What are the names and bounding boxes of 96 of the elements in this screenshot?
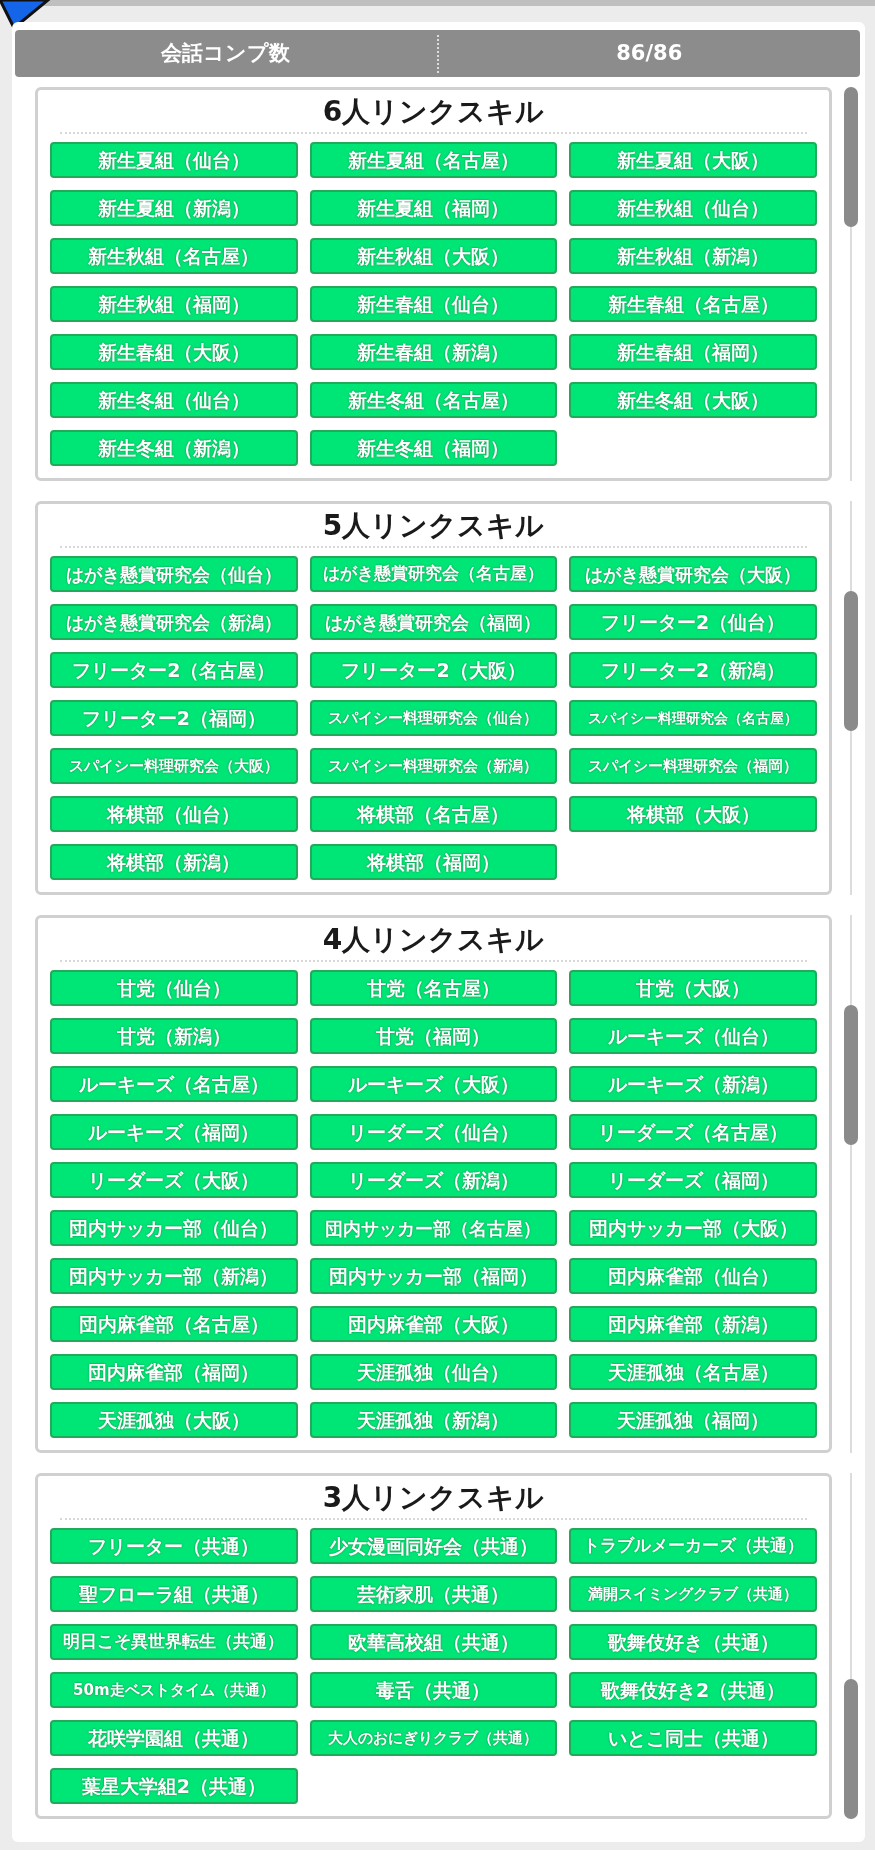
link-skill-button[interactable]: 新生春組（福岡） bbox=[569, 334, 817, 370]
link-skill-button[interactable]: 新生春組（仙台） bbox=[309, 286, 558, 322]
link-skill-button[interactable]: 満開スイミングクラブ（共通） bbox=[569, 1576, 817, 1612]
link-skill-button[interactable]: 聖フローラ組（共通） bbox=[50, 1576, 298, 1612]
summary-value: 86/86 bbox=[615, 39, 684, 67]
link-skill-button[interactable]: 新生夏組（大阪） bbox=[569, 142, 817, 178]
link-skill-button[interactable]: フリーター2（福岡） bbox=[50, 700, 298, 736]
link-skill-button[interactable]: ルーキーズ（福岡） bbox=[50, 1114, 298, 1150]
link-skill-button[interactable]: リーダーズ（福岡） bbox=[569, 1162, 817, 1198]
link-skill-button[interactable]: トラブルメーカーズ（共通） bbox=[569, 1528, 817, 1564]
link-skill-button[interactable]: いとこ同士（共通） bbox=[569, 1720, 817, 1756]
link-skill-button[interactable]: リーダーズ（仙台） bbox=[309, 1114, 558, 1150]
section-title: 3人リンクスキル bbox=[321, 1480, 546, 1516]
link-skill-button[interactable]: フリーター2（大阪） bbox=[309, 652, 558, 688]
link-skill-button[interactable]: 団内麻雀部（新潟） bbox=[569, 1306, 817, 1342]
link-skill-button[interactable]: 新生冬組（福岡） bbox=[309, 430, 558, 466]
link-skill-button[interactable]: 団内サッカー部（仙台） bbox=[50, 1210, 298, 1246]
link-skill-button[interactable]: 将棋部（大阪） bbox=[569, 796, 817, 832]
link-skill-button[interactable]: フリーター（共通） bbox=[50, 1528, 298, 1564]
link-skill-button[interactable]: 新生秋組（名古屋） bbox=[50, 238, 298, 274]
link-skill-button[interactable]: 甘党（名古屋） bbox=[309, 970, 558, 1006]
link-skill-button[interactable]: スパイシー料理研究会（仙台） bbox=[309, 700, 558, 736]
link-skill-button[interactable]: ルーキーズ（仙台） bbox=[569, 1018, 817, 1054]
link-skill-button[interactable]: リーダーズ（大阪） bbox=[50, 1162, 298, 1198]
link-skill-button[interactable]: 団内麻雀部（福岡） bbox=[50, 1354, 298, 1390]
link-skill-button[interactable]: 新生秋組（大阪） bbox=[309, 238, 558, 274]
link-skill-button[interactable]: はがき懸賞研究会（名古屋） bbox=[309, 556, 558, 592]
link-skill-button[interactable]: 団内サッカー部（新潟） bbox=[50, 1258, 298, 1294]
link-skill-button[interactable]: ルーキーズ（名古屋） bbox=[50, 1066, 298, 1102]
link-skill-button[interactable]: 新生冬組（大阪） bbox=[569, 382, 817, 418]
link-skill-button[interactable]: スパイシー料理研究会（名古屋） bbox=[569, 700, 817, 736]
link-skill-button[interactable]: 団内麻雀部（名古屋） bbox=[50, 1306, 298, 1342]
section-title: 4人リンクスキル bbox=[321, 922, 546, 958]
link-skill-button[interactable]: 葉星大学組2（共通） bbox=[50, 1768, 298, 1804]
link-skill-button[interactable]: 甘党（福岡） bbox=[309, 1018, 558, 1054]
link-skill-button[interactable]: 芸術家肌（共通） bbox=[309, 1576, 558, 1612]
link-skill-button[interactable]: 毒舌（共通） bbox=[309, 1672, 558, 1708]
link-skill-button[interactable]: はがき懸賞研究会（福岡） bbox=[309, 604, 558, 640]
link-skill-button[interactable]: 新生秋組（新潟） bbox=[569, 238, 817, 274]
link-skill-button[interactable]: 花咲学園組（共通） bbox=[50, 1720, 298, 1756]
section-title: 6人リンクスキル bbox=[321, 94, 546, 130]
link-skill-button[interactable]: スパイシー料理研究会（福岡） bbox=[569, 748, 817, 784]
scrollbar-thumb[interactable] bbox=[844, 1679, 858, 1819]
link-skill-button[interactable]: 新生春組（新潟） bbox=[309, 334, 558, 370]
link-skill-button[interactable]: 将棋部（福岡） bbox=[309, 844, 558, 880]
link-skill-button[interactable]: 団内サッカー部（名古屋） bbox=[309, 1210, 558, 1246]
section-title: 5人リンクスキル bbox=[321, 508, 546, 544]
link-skill-button[interactable]: スパイシー料理研究会（新潟） bbox=[309, 748, 558, 784]
link-skill-button[interactable]: 甘党（新潟） bbox=[50, 1018, 298, 1054]
link-skill-button[interactable]: 欧華高校組（共通） bbox=[309, 1624, 558, 1660]
link-skill-button[interactable]: 新生夏組（仙台） bbox=[50, 142, 298, 178]
link-skill-button[interactable]: 新生夏組（名古屋） bbox=[309, 142, 558, 178]
link-skill-button[interactable]: 新生冬組（新潟） bbox=[50, 430, 298, 466]
link-skill-button[interactable]: 天涯孤独（名古屋） bbox=[569, 1354, 817, 1390]
link-skill-button[interactable]: リーダーズ（名古屋） bbox=[569, 1114, 817, 1150]
link-skill-button[interactable]: 新生春組（名古屋） bbox=[569, 286, 817, 322]
link-skill-button[interactable]: はがき懸賞研究会（仙台） bbox=[50, 556, 298, 592]
scrollbar-thumb[interactable] bbox=[844, 87, 858, 227]
link-skill-button[interactable]: 将棋部（名古屋） bbox=[309, 796, 558, 832]
link-skill-button[interactable]: 将棋部（仙台） bbox=[50, 796, 298, 832]
link-skill-button[interactable]: リーダーズ（新潟） bbox=[309, 1162, 558, 1198]
link-skill-button[interactable]: フリーター2（名古屋） bbox=[50, 652, 298, 688]
link-skill-button[interactable]: 団内サッカー部（福岡） bbox=[309, 1258, 558, 1294]
scrollbar-thumb[interactable] bbox=[844, 591, 858, 731]
link-skill-button[interactable]: 団内麻雀部（大阪） bbox=[309, 1306, 558, 1342]
link-skill-button[interactable]: 50m走ベストタイム（共通） bbox=[50, 1672, 298, 1708]
scrollbar-thumb[interactable] bbox=[844, 1005, 858, 1145]
link-skill-button[interactable]: 新生夏組（新潟） bbox=[50, 190, 298, 226]
link-skill-button[interactable]: 甘党（大阪） bbox=[569, 970, 817, 1006]
link-skill-button[interactable]: 新生秋組（仙台） bbox=[569, 190, 817, 226]
link-skill-button[interactable]: ルーキーズ（大阪） bbox=[309, 1066, 558, 1102]
link-skill-button[interactable]: 少女漫画同好会（共通） bbox=[309, 1528, 558, 1564]
link-skill-button[interactable]: 歌舞伎好き2（共通） bbox=[569, 1672, 817, 1708]
link-skill-button[interactable]: 天涯孤独（大阪） bbox=[50, 1402, 298, 1438]
link-skill-button[interactable]: 将棋部（新潟） bbox=[50, 844, 298, 880]
link-skill-button[interactable]: 新生冬組（仙台） bbox=[50, 382, 298, 418]
link-skill-button[interactable]: フリーター2（仙台） bbox=[569, 604, 817, 640]
link-skill-button[interactable]: 新生夏組（福岡） bbox=[309, 190, 558, 226]
link-skill-button[interactable]: 天涯孤独（仙台） bbox=[309, 1354, 558, 1390]
link-skill-button[interactable]: 歌舞伎好き（共通） bbox=[569, 1624, 817, 1660]
link-skill-button[interactable]: フリーター2（新潟） bbox=[569, 652, 817, 688]
link-skill-button[interactable]: はがき懸賞研究会（新潟） bbox=[50, 604, 298, 640]
link-skill-button[interactable]: 団内サッカー部（大阪） bbox=[569, 1210, 817, 1246]
link-skill-button[interactable]: 大人のおにぎりクラブ（共通） bbox=[309, 1720, 558, 1756]
link-skill-button[interactable]: 新生冬組（名古屋） bbox=[309, 382, 558, 418]
link-skill-button[interactable]: 新生春組（大阪） bbox=[50, 334, 298, 370]
link-skill-button[interactable]: はがき懸賞研究会（大阪） bbox=[569, 556, 817, 592]
summary-label: 会話コンプ数 bbox=[160, 39, 292, 67]
link-skill-button[interactable]: 明日こそ異世界転生（共通） bbox=[50, 1624, 298, 1660]
link-skill-button[interactable]: 団内麻雀部（仙台） bbox=[569, 1258, 817, 1294]
link-skill-button[interactable]: スパイシー料理研究会（大阪） bbox=[50, 748, 298, 784]
link-skill-button[interactable]: 天涯孤独（福岡） bbox=[569, 1402, 817, 1438]
link-skill-button[interactable]: 新生秋組（福岡） bbox=[50, 286, 298, 322]
link-skill-button[interactable]: 天涯孤独（新潟） bbox=[309, 1402, 558, 1438]
link-skill-button[interactable]: ルーキーズ（新潟） bbox=[569, 1066, 817, 1102]
link-skill-button[interactable]: 甘党（仙台） bbox=[50, 970, 298, 1006]
